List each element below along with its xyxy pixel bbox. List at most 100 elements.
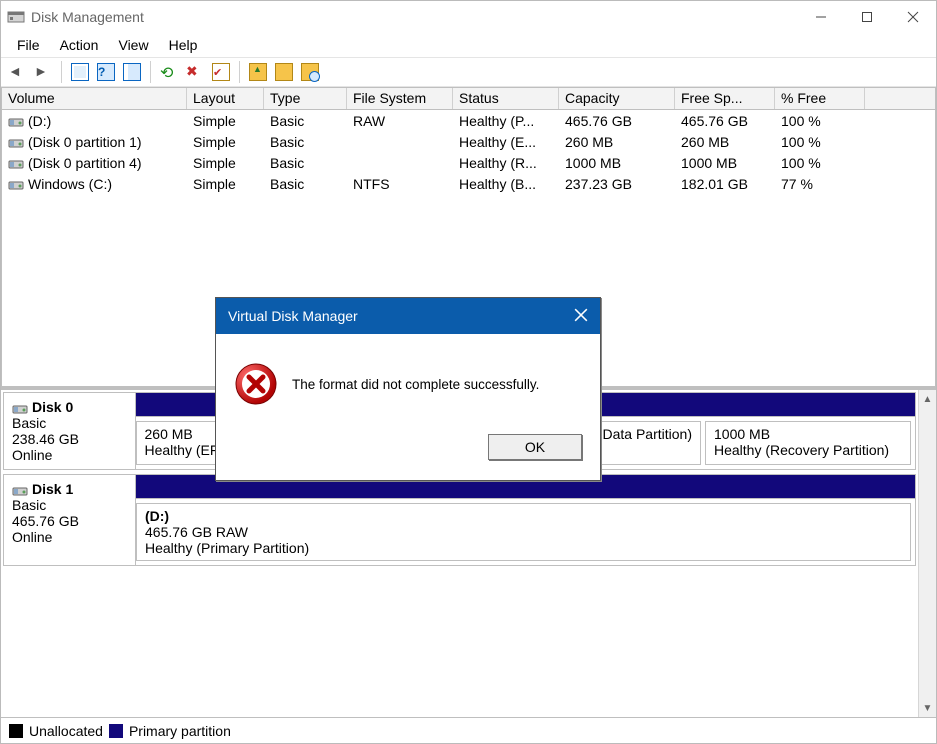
disk-management-window: Disk Management File Action View Help (0, 0, 937, 744)
cell-freespace: 1000 MB (675, 155, 775, 171)
menu-help[interactable]: Help (159, 35, 208, 55)
disk-info[interactable]: Disk 0Basic238.46 GBOnline (4, 393, 136, 469)
table-row[interactable]: (Disk 0 partition 4) SimpleBasic Healthy (… (2, 152, 935, 173)
cell-pctfree: 77 % (775, 176, 865, 192)
cell-type: Basic (264, 134, 347, 150)
cell-layout: Simple (187, 134, 264, 150)
drive-icon (8, 158, 24, 170)
partition-box[interactable]: 1000 MBHealthy (Recovery Partition) (705, 421, 911, 465)
cell-capacity: 1000 MB (559, 155, 675, 171)
titlebar: Disk Management (1, 1, 936, 33)
legend: Unallocated Primary partition (1, 717, 936, 743)
col-filesystem[interactable]: File System (347, 88, 453, 109)
cell-capacity: 465.76 GB (559, 113, 675, 129)
cell-volume: Windows (C:) (28, 176, 112, 192)
delete-icon (186, 63, 204, 81)
nav-forward-button[interactable] (31, 60, 55, 84)
vertical-scrollbar[interactable]: ▲ ▼ (918, 390, 936, 717)
table-row[interactable]: (D:)SimpleBasicRAWHealthy (P...465.76 GB… (2, 110, 935, 131)
cell-layout: Simple (187, 176, 264, 192)
drive-icon (8, 137, 24, 149)
folder-search-icon (301, 63, 319, 81)
cell-type: Basic (264, 176, 347, 192)
partition-size: 465.76 GB RAW (145, 524, 902, 540)
dialog-titlebar: Virtual Disk Manager (216, 298, 600, 334)
cell-layout: Simple (187, 113, 264, 129)
cell-freespace: 465.76 GB (675, 113, 775, 129)
col-layout[interactable]: Layout (187, 88, 264, 109)
disk-info[interactable]: Disk 1Basic465.76 GBOnline (4, 475, 136, 565)
disk-type: Basic (12, 497, 127, 513)
help-button[interactable] (94, 60, 118, 84)
col-type[interactable]: Type (264, 88, 347, 109)
cell-layout: Simple (187, 155, 264, 171)
close-button[interactable] (890, 1, 936, 33)
app-icon (7, 9, 25, 25)
menu-file[interactable]: File (7, 35, 50, 55)
dialog-close-button[interactable] (574, 308, 588, 325)
error-icon (234, 362, 278, 406)
cell-pctfree: 100 % (775, 113, 865, 129)
disk-row: Disk 1Basic465.76 GBOnline(D:)465.76 GB … (3, 474, 916, 566)
dialog-ok-button[interactable]: OK (488, 434, 582, 460)
list-icon (71, 63, 89, 81)
refresh-button[interactable] (157, 60, 181, 84)
cell-volume: (Disk 0 partition 4) (28, 155, 142, 171)
partition-size: 1000 MB (714, 426, 902, 442)
volume-list-body: (D:)SimpleBasicRAWHealthy (P...465.76 GB… (2, 110, 935, 194)
partition-status: Healthy (Primary Partition) (145, 540, 902, 556)
arrow-right-icon (34, 63, 52, 81)
cell-type: Basic (264, 113, 347, 129)
col-volume[interactable]: Volume (2, 88, 187, 109)
menu-action[interactable]: Action (50, 35, 109, 55)
col-freespace[interactable]: Free Sp... (675, 88, 775, 109)
delete-button[interactable] (183, 60, 207, 84)
disk-name: Disk 0 (32, 399, 73, 415)
graphical-icon (123, 63, 141, 81)
maximize-button[interactable] (844, 1, 890, 33)
properties-button[interactable] (209, 60, 233, 84)
disk-size: 465.76 GB (12, 513, 127, 529)
disk-state: Online (12, 529, 127, 545)
attach-vhd-button[interactable] (246, 60, 270, 84)
disk-state: Online (12, 447, 127, 463)
swatch-primary (109, 724, 123, 738)
cell-pctfree: 100 % (775, 134, 865, 150)
partition-box[interactable]: (D:)465.76 GB RAWHealthy (Primary Partit… (136, 503, 911, 561)
cell-filesystem: NTFS (347, 176, 453, 192)
cell-status: Healthy (E... (453, 134, 559, 150)
cell-freespace: 182.01 GB (675, 176, 775, 192)
table-row[interactable]: (Disk 0 partition 1) SimpleBasic Healthy (… (2, 131, 935, 152)
create-vhd-button[interactable] (272, 60, 296, 84)
close-icon (574, 308, 588, 322)
cell-status: Healthy (B... (453, 176, 559, 192)
cell-type: Basic (264, 155, 347, 171)
cell-capacity: 260 MB (559, 134, 675, 150)
col-pctfree[interactable]: % Free (775, 88, 865, 109)
cell-filesystem: RAW (347, 113, 453, 129)
scroll-down-icon: ▼ (919, 699, 936, 717)
help-icon (97, 63, 115, 81)
nav-back-button[interactable] (5, 60, 29, 84)
legend-unallocated: Unallocated (29, 723, 103, 739)
swatch-unallocated (9, 724, 23, 738)
dialog-title: Virtual Disk Manager (228, 308, 358, 324)
volume-list-header: Volume Layout Type File System Status Ca… (2, 88, 935, 110)
minimize-button[interactable] (798, 1, 844, 33)
menu-view[interactable]: View (108, 35, 158, 55)
show-list-button[interactable] (68, 60, 92, 84)
table-row[interactable]: Windows (C:) SimpleBasicNTFSHealthy (B...… (2, 173, 935, 194)
folder-up-icon (249, 63, 267, 81)
folder-star-icon (275, 63, 293, 81)
check-icon (212, 63, 230, 81)
show-graphical-button[interactable] (120, 60, 144, 84)
col-status[interactable]: Status (453, 88, 559, 109)
detach-vhd-button[interactable] (298, 60, 322, 84)
cell-pctfree: 100 % (775, 155, 865, 171)
cell-volume: (Disk 0 partition 1) (28, 134, 142, 150)
col-capacity[interactable]: Capacity (559, 88, 675, 109)
partition-status: Healthy (Recovery Partition) (714, 442, 902, 458)
disk-name: Disk 1 (32, 481, 73, 497)
cell-status: Healthy (R... (453, 155, 559, 171)
disk-icon (12, 402, 28, 414)
